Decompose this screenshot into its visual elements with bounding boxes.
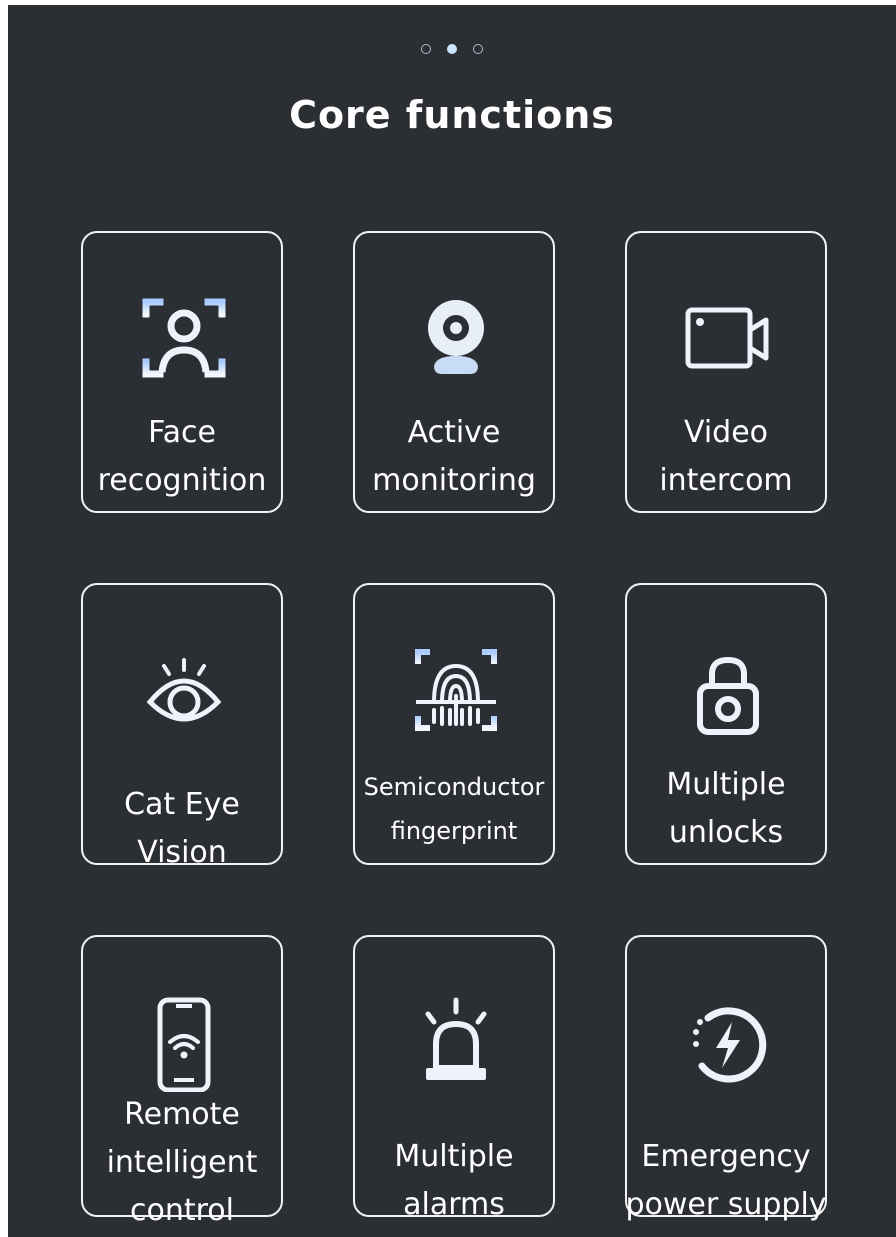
page-title: Core functions: [289, 93, 615, 137]
core-functions-panel: Core functions Face recognition Active m…: [8, 5, 896, 1237]
feature-card-semiconductor-fingerprint[interactable]: Semiconductor fingerprint: [353, 583, 555, 865]
feature-label: Video intercom: [659, 415, 793, 498]
smartphone-wifi-icon: [134, 992, 234, 1093]
feature-label: Multiple alarms: [394, 1139, 514, 1222]
feature-label: Multiple unlocks: [666, 767, 786, 850]
feature-card-face-recognition[interactable]: Face recognition: [81, 231, 283, 513]
face-scan-icon: [134, 288, 234, 388]
feature-label: Cat Eye Vision: [124, 787, 240, 870]
video-camera-icon: [678, 288, 778, 388]
feature-label: Active monitoring: [372, 415, 536, 498]
page-dot-2-active[interactable]: [447, 44, 457, 54]
power-bolt-icon: [678, 992, 778, 1092]
feature-label: Remote intelligent control: [106, 1097, 258, 1228]
feature-card-cat-eye-vision[interactable]: Cat Eye Vision: [81, 583, 283, 870]
page-dot-1[interactable]: [421, 44, 431, 54]
feature-card-active-monitoring[interactable]: Active monitoring: [353, 231, 555, 513]
feature-card-video-intercom[interactable]: Video intercom: [625, 231, 827, 513]
padlock-icon: [678, 640, 778, 740]
feature-card-remote-intelligent-control[interactable]: Remote intelligent control: [81, 935, 283, 1228]
feature-card-multiple-alarms[interactable]: Multiple alarms: [353, 935, 555, 1222]
feature-label: Face recognition: [97, 415, 267, 498]
fingerprint-scan-icon: [406, 640, 506, 740]
feature-label: Emergency power supply: [625, 1139, 827, 1222]
page-indicator: [8, 44, 896, 54]
alarm-siren-icon: [406, 992, 506, 1092]
page-dot-3[interactable]: [473, 44, 483, 54]
feature-card-multiple-unlocks[interactable]: Multiple unlocks: [625, 583, 827, 865]
feature-card-emergency-power-supply[interactable]: Emergency power supply: [625, 935, 827, 1222]
webcam-icon: [406, 288, 506, 388]
eye-icon: [134, 640, 234, 740]
feature-label: Semiconductor fingerprint: [363, 773, 545, 845]
